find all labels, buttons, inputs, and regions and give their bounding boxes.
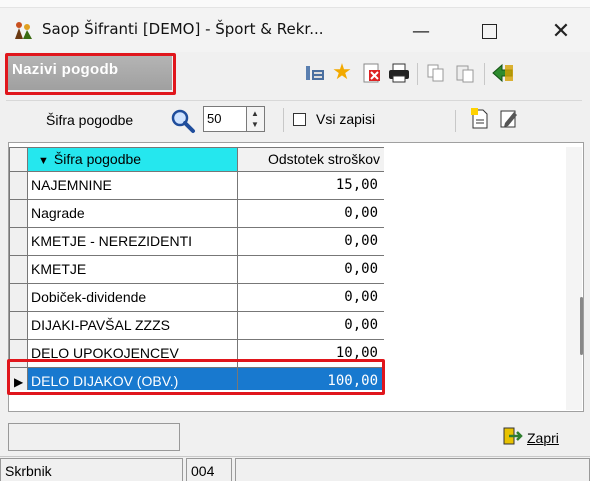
filter-icon[interactable] [304, 62, 326, 84]
cell-code[interactable]: NAJEMNINE [28, 172, 238, 200]
door-exit-icon [501, 426, 523, 449]
cell-percent[interactable]: 15,00 [238, 172, 384, 200]
column-header-code-label: Šifra pogodbe [53, 151, 142, 167]
cell-percent[interactable]: 0,00 [238, 284, 384, 312]
record-count-input[interactable]: 50 [203, 106, 247, 132]
cell-percent[interactable]: 0,00 [238, 312, 384, 340]
toolbar-separator [283, 108, 284, 132]
all-records-label: Vsi zapisi [316, 111, 376, 127]
table-row[interactable]: KMETJE 0,00 [10, 256, 384, 284]
cell-percent[interactable]: 0,00 [238, 200, 384, 228]
cell-code[interactable]: Nagrade [28, 200, 238, 228]
cell-code[interactable]: DIJAKI-PAVŠAL ZZZS [28, 312, 238, 340]
highlight-frame-selected-row [7, 359, 385, 395]
search-label: Šifra pogodbe [46, 112, 134, 128]
table-row[interactable]: NAJEMNINE 15,00 [10, 172, 384, 200]
star-icon[interactable]: ★ [331, 59, 353, 84]
cell-code[interactable]: KMETJE - NEREZIDENTI [28, 228, 238, 256]
row-indicator[interactable] [10, 228, 28, 256]
toolbar-separator [484, 63, 485, 85]
cell-code[interactable]: Dobiček-dividende [28, 284, 238, 312]
table-row[interactable]: KMETJE - NEREZIDENTI 0,00 [10, 228, 384, 256]
column-header-percent[interactable]: Odstotek stroškov [238, 148, 384, 172]
chevron-up-icon[interactable]: ▲ [251, 109, 259, 118]
print-icon[interactable] [388, 62, 410, 84]
sort-desc-icon: ▼ [38, 155, 49, 167]
window-title: Saop Šifranti [DEMO] - Šport & Rekr... [42, 20, 324, 38]
row-indicator[interactable] [10, 284, 28, 312]
cell-code[interactable]: KMETJE [28, 256, 238, 284]
title-bar-strip [0, 0, 590, 8]
edit-record-icon[interactable] [498, 108, 520, 130]
close-icon: ✕ [551, 18, 571, 44]
row-indicator[interactable] [10, 312, 28, 340]
highlight-frame-title [5, 53, 176, 95]
table-row[interactable]: Dobiček-dividende 0,00 [10, 284, 384, 312]
status-user: Skrbnik [0, 458, 183, 481]
paste-icon[interactable] [454, 62, 476, 84]
row-indicator[interactable] [10, 256, 28, 284]
close-form-label: Zapri [527, 429, 559, 446]
cell-percent[interactable]: 0,00 [238, 256, 384, 284]
column-header-code[interactable]: ▼ Šifra pogodbe [28, 148, 238, 172]
close-form-button[interactable]: Zapri [501, 426, 559, 449]
info-box [8, 423, 180, 451]
record-count-stepper[interactable]: ▲ ▼ [247, 106, 265, 132]
exit-icon[interactable] [492, 62, 514, 84]
minimize-button[interactable]: — [395, 12, 447, 50]
chevron-down-icon[interactable]: ▼ [251, 120, 259, 129]
vertical-scrollbar[interactable] [566, 147, 582, 410]
minimize-icon: — [412, 20, 430, 42]
status-code: 004 [186, 458, 232, 481]
maximize-icon [481, 23, 497, 39]
table-row[interactable]: DIJAKI-PAVŠAL ZZZS 0,00 [10, 312, 384, 340]
new-record-icon[interactable] [469, 108, 491, 130]
maximize-button[interactable] [463, 12, 515, 50]
cell-percent[interactable]: 0,00 [238, 228, 384, 256]
app-icon [12, 19, 34, 41]
row-indicator[interactable] [10, 172, 28, 200]
close-button[interactable]: ✕ [535, 12, 587, 50]
scrollbar-thumb[interactable] [580, 297, 583, 355]
copy-icon[interactable] [425, 62, 447, 84]
header-indicator-cell [10, 148, 28, 172]
search-icon[interactable] [170, 108, 196, 137]
table-row[interactable]: Nagrade 0,00 [10, 200, 384, 228]
toolbar-separator [455, 110, 456, 132]
row-indicator[interactable] [10, 200, 28, 228]
status-message [235, 458, 590, 481]
delete-icon[interactable] [361, 62, 383, 84]
toolbar-separator [417, 63, 418, 85]
records-table: ▼ Šifra pogodbe Odstotek stroškov NAJEMNI… [9, 147, 384, 390]
all-records-checkbox[interactable] [293, 113, 306, 126]
